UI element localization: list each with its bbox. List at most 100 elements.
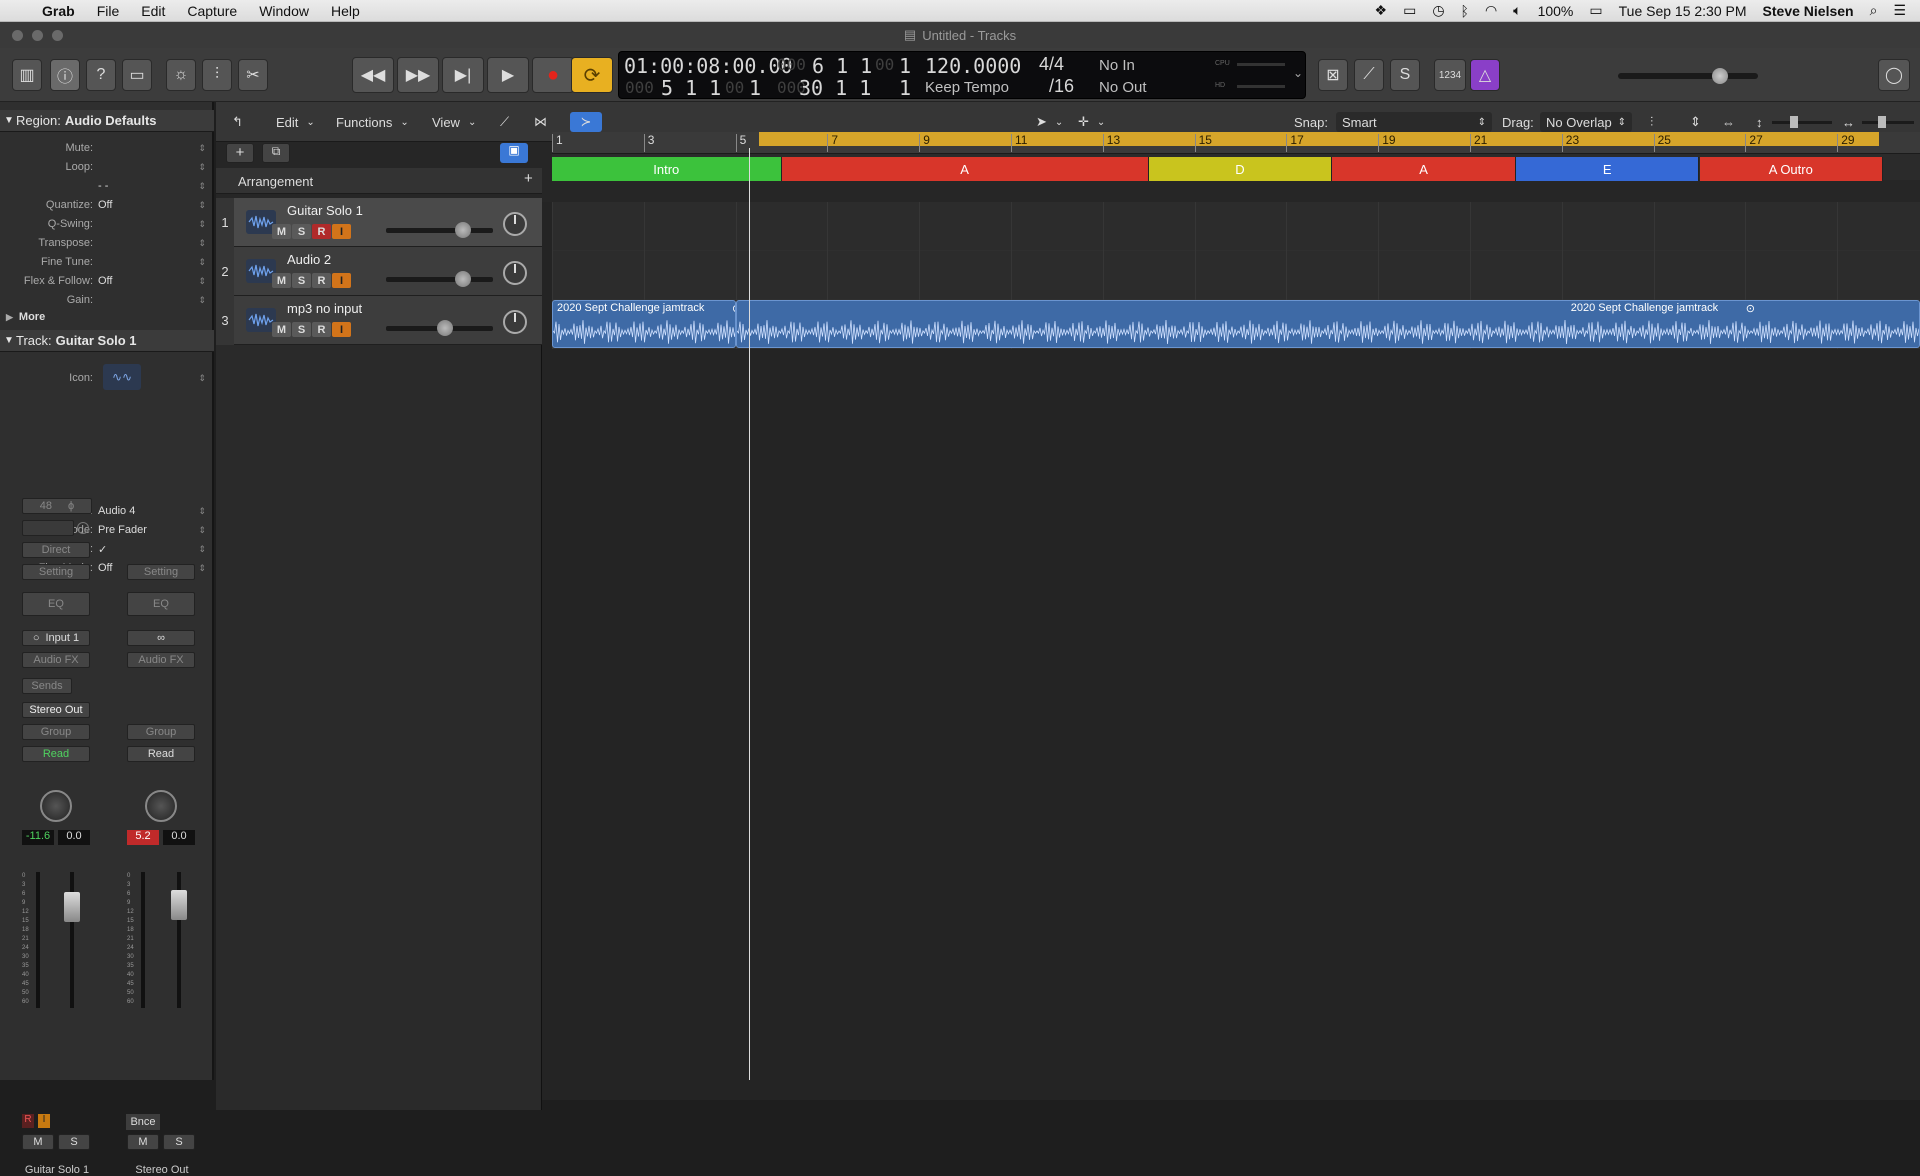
mixer-button[interactable]: ⫶ bbox=[202, 59, 232, 91]
tuner-button[interactable]: ⟋ bbox=[1354, 59, 1384, 91]
track-lane[interactable] bbox=[552, 251, 1920, 300]
user-name[interactable]: Steve Nielsen bbox=[1763, 3, 1854, 19]
horizontal-zoom-slider[interactable] bbox=[1862, 116, 1914, 128]
region-param-row[interactable]: Loop: ⇕ bbox=[0, 158, 214, 176]
go-to-end-button[interactable]: ▶| bbox=[442, 57, 484, 93]
menu-capture[interactable]: Capture bbox=[176, 3, 248, 19]
arrangement-marker[interactable]: A bbox=[781, 157, 1149, 181]
strip1-pan-knob[interactable] bbox=[40, 790, 72, 822]
track-inspector-header[interactable]: ▼ Track: Guitar Solo 1 bbox=[0, 330, 214, 352]
strip1-monitor-icon[interactable] bbox=[77, 522, 89, 534]
region-inspector-header[interactable]: ▼ Region: Audio Defaults bbox=[0, 110, 214, 132]
disclosure-open-icon[interactable]: ▼ bbox=[4, 335, 14, 346]
forward-button[interactable]: ▶▶ bbox=[397, 57, 439, 93]
region-param-row[interactable]: Fine Tune: ⇕ bbox=[0, 253, 214, 271]
add-marker-plus-icon[interactable]: + bbox=[524, 170, 533, 187]
lcd-dropdown-icon[interactable]: ⌄ bbox=[1293, 66, 1303, 80]
master-volume-slider[interactable] bbox=[1618, 68, 1758, 84]
play-button[interactable]: ▶ bbox=[487, 57, 529, 93]
arrangement-marker[interactable]: A Outro bbox=[1699, 157, 1884, 181]
strip1-sample-rate[interactable]: 48 ϕ bbox=[22, 498, 92, 514]
duplicate-track-button[interactable]: ⧉ bbox=[262, 143, 290, 163]
toolbar-button[interactable]: ▭ bbox=[122, 59, 152, 91]
arrangement-marker[interactable]: D bbox=[1148, 157, 1333, 181]
strip1-mute-button[interactable]: M bbox=[22, 1134, 54, 1150]
volume-icon[interactable]: 🔈︎ bbox=[1513, 2, 1521, 19]
track-pan-knob[interactable] bbox=[503, 310, 527, 334]
track-mute-button[interactable]: M bbox=[272, 322, 291, 337]
secondary-tool-menu[interactable]: ✛ ⌄ bbox=[1078, 112, 1105, 132]
track-record-button[interactable]: R bbox=[312, 322, 331, 337]
replace-button[interactable]: ⊠ bbox=[1318, 59, 1348, 91]
track-volume-slider[interactable] bbox=[386, 320, 493, 336]
strip1-audiofx-slot[interactable]: Audio FX bbox=[22, 652, 90, 668]
audio-region[interactable]: 2020 Sept Challenge jamtrack ⊙ bbox=[735, 300, 1920, 348]
track-icon-waveform-icon[interactable]: ∿∿ bbox=[103, 364, 141, 390]
strip2-link-button[interactable]: ∞ bbox=[127, 630, 195, 646]
smart-controls-button[interactable]: ☼ bbox=[166, 59, 196, 91]
track-mute-button[interactable]: M bbox=[272, 273, 291, 288]
track-volume-slider[interactable] bbox=[386, 222, 493, 238]
strip2-pan-knob[interactable] bbox=[145, 790, 177, 822]
strip1-eq-button[interactable]: EQ bbox=[22, 592, 90, 616]
track-volume-slider[interactable] bbox=[386, 271, 493, 287]
region-param-row[interactable]: Quantize: Off ⇕ bbox=[0, 196, 214, 214]
strip2-name[interactable]: Stereo Out bbox=[110, 1164, 214, 1176]
browsers-button[interactable]: ◯ bbox=[1878, 59, 1910, 91]
vertical-zoom-handle[interactable] bbox=[1790, 116, 1798, 128]
track-solo-button[interactable]: S bbox=[292, 273, 311, 288]
strip1-input-monitor-button[interactable]: I bbox=[38, 1114, 50, 1128]
track-record-button[interactable]: R bbox=[312, 224, 331, 239]
snap-select[interactable]: Smart ⇕ bbox=[1336, 112, 1492, 132]
minimize-window-button[interactable] bbox=[32, 30, 43, 41]
track-header[interactable]: 2 Audio 2 MSRI bbox=[216, 247, 542, 296]
lcd-display[interactable]: 01:00:08:00.00 000 6 1 1 00 1 000 5 1 1 … bbox=[618, 51, 1306, 100]
strip1-pan-readout[interactable]: 0.0 bbox=[58, 830, 90, 845]
track-volume-knob[interactable] bbox=[455, 271, 471, 287]
dropbox-icon[interactable]: ❖ bbox=[1375, 2, 1388, 19]
strip2-automation-button[interactable]: Read bbox=[127, 746, 195, 762]
strip2-bounce-button[interactable]: Bnce bbox=[126, 1114, 160, 1130]
automation-button[interactable]: ⟋ bbox=[500, 112, 509, 132]
strip2-pan-readout[interactable]: 0.0 bbox=[163, 830, 195, 845]
strip1-setting-button[interactable]: Setting bbox=[22, 564, 90, 580]
track-input-monitor-button[interactable]: I bbox=[332, 224, 351, 239]
strip1-automation-button[interactable]: Read bbox=[22, 746, 90, 762]
arrangement-marker[interactable]: A bbox=[1332, 157, 1516, 181]
track-mute-button[interactable]: M bbox=[272, 224, 291, 239]
track-record-button[interactable]: R bbox=[312, 273, 331, 288]
arrangement-marker[interactable]: Intro bbox=[552, 157, 782, 181]
bluetooth-icon[interactable]: ᛒ bbox=[1461, 3, 1469, 19]
strip2-setting-button[interactable]: Setting bbox=[127, 564, 195, 580]
menu-app[interactable]: Grab bbox=[31, 3, 86, 19]
track-lane[interactable] bbox=[552, 202, 1920, 251]
track-header[interactable]: 1 Guitar Solo 1 MSRI bbox=[216, 198, 542, 247]
catch-playhead-button[interactable]: ≻ bbox=[570, 112, 602, 132]
track-solo-button[interactable]: S bbox=[292, 322, 311, 337]
strip1-name[interactable]: Guitar Solo 1 bbox=[4, 1164, 110, 1176]
menu-file[interactable]: File bbox=[86, 3, 131, 19]
track-header[interactable]: 3 mp3 no input M S R I bbox=[216, 296, 542, 345]
region-param-row[interactable]: Mute: ⇕ bbox=[0, 139, 214, 157]
track-name[interactable]: Audio 2 bbox=[287, 252, 331, 267]
ruler[interactable]: 1 3 5 7 9 11 13 15 17 19 21 23 25 27 29 bbox=[552, 132, 1920, 154]
strip1-output-button[interactable]: Stereo Out bbox=[22, 702, 90, 718]
zoom-vertical-fit-button[interactable]: ⇕ bbox=[1690, 112, 1701, 132]
notification-center-icon[interactable]: ☰ bbox=[1893, 2, 1906, 19]
menu-window[interactable]: Window bbox=[248, 3, 320, 19]
region-param-row[interactable]: Flex & Follow: Off ⇕ bbox=[0, 272, 214, 290]
back-button[interactable]: ↰ bbox=[232, 112, 243, 132]
strip1-input-button[interactable]: ○ Input 1 bbox=[22, 630, 90, 646]
track-pan-knob[interactable] bbox=[503, 261, 527, 285]
strip2-solo-button[interactable]: S bbox=[163, 1134, 195, 1150]
region-param-row[interactable]: Gain: ⇕ bbox=[0, 291, 214, 309]
strip2-mute-button[interactable]: M bbox=[127, 1134, 159, 1150]
zoom-horizontal-fit-button[interactable]: ⇔ bbox=[1722, 112, 1735, 132]
track-volume-knob[interactable] bbox=[437, 320, 453, 336]
strip2-audiofx-slot[interactable]: Audio FX bbox=[127, 652, 195, 668]
zoom-window-button[interactable] bbox=[52, 30, 63, 41]
track-volume-knob[interactable] bbox=[455, 222, 471, 238]
master-volume-knob[interactable] bbox=[1712, 68, 1728, 84]
track-name[interactable]: mp3 no input bbox=[287, 301, 362, 316]
region-param-row[interactable]: Transpose: ⇕ bbox=[0, 234, 214, 252]
